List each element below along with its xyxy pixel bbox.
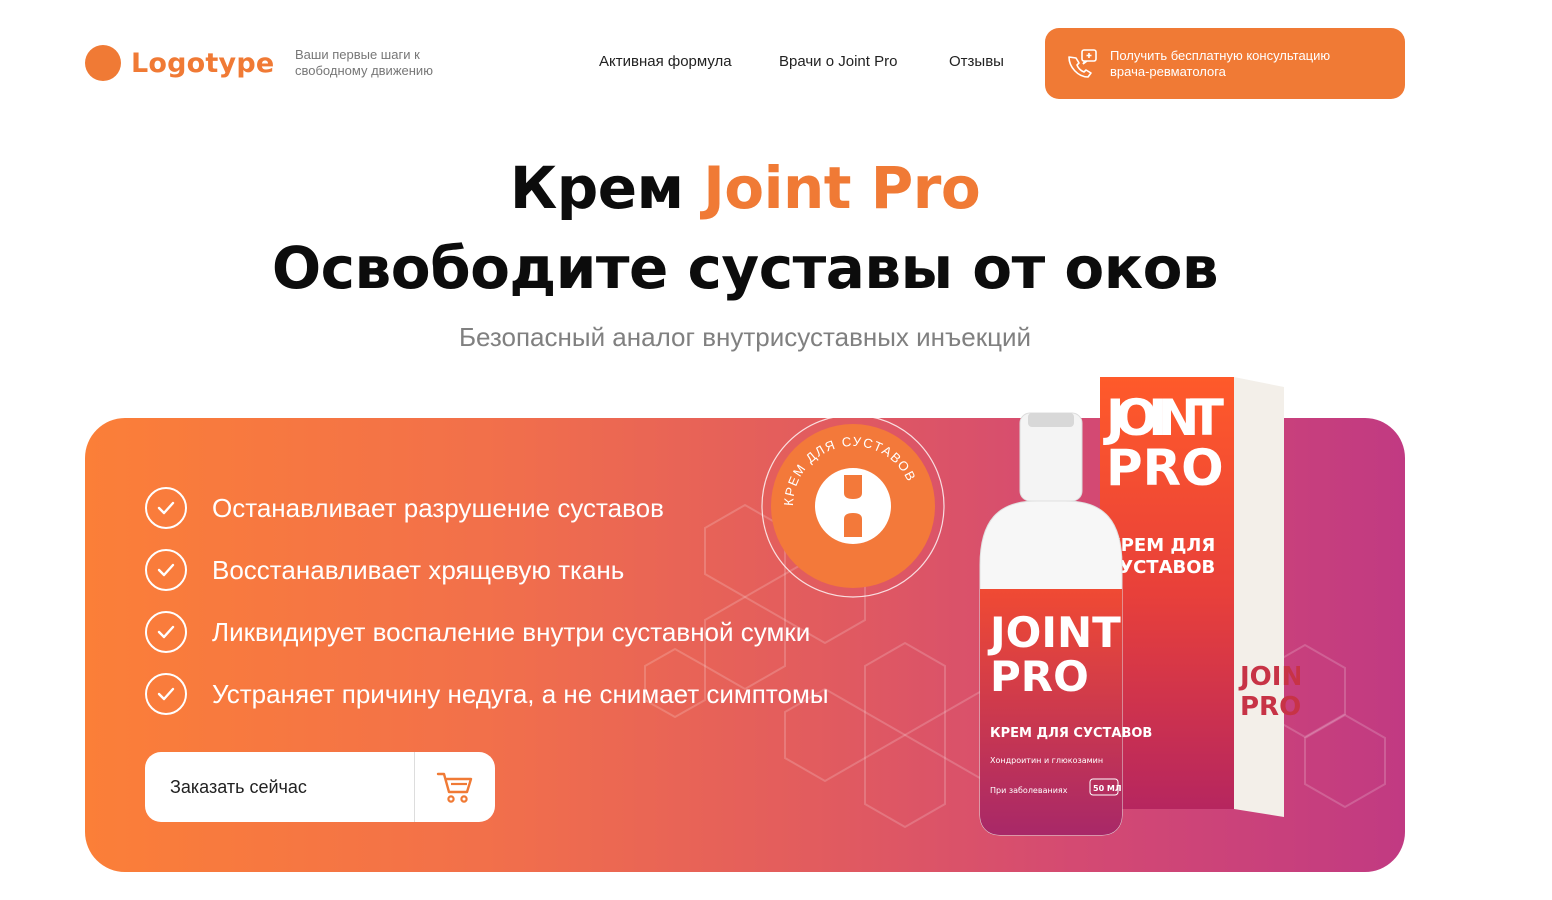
bottle-product-name: КРЕМ ДЛЯ СУСТАВОВ	[990, 726, 1152, 741]
cream-badge: КРЕМ ДЛЯ СУСТАВОВ	[761, 414, 945, 598]
consultation-button[interactable]: Получить бесплатную консультацию врача-р…	[1045, 28, 1405, 99]
feature-item: Останавливает разрушение суставов	[145, 487, 664, 529]
site-header: Logotype Ваши первые шаги к свободному д…	[0, 0, 1552, 130]
product-image: JOINT PRO КРЕМ ДЛЯ СУСТАВОВ JOINT PRO JO…	[979, 377, 1300, 836]
hero-title-accent: Joint Pro	[703, 154, 981, 222]
feature-text: Восстанавливает хрящевую ткань	[212, 554, 625, 585]
check-circle-icon	[145, 549, 187, 591]
logo[interactable]: Logotype	[85, 45, 274, 81]
hero-title-prefix: Крем	[509, 154, 684, 222]
feature-item: Восстанавливает хрящевую ткань	[145, 549, 624, 591]
consultation-button-label: Получить бесплатную консультацию врача-р…	[1110, 47, 1331, 79]
box-brand-line2: PRO	[1106, 439, 1224, 497]
tagline: Ваши первые шаги к свободному движению	[295, 47, 433, 78]
feature-item: Ликвидирует воспаление внутри суставной …	[145, 611, 810, 653]
bottle-brand-line1: JOINT	[987, 608, 1121, 657]
logo-text: Logotype	[131, 47, 275, 79]
feature-text: Останавливает разрушение суставов	[212, 492, 664, 523]
box-side-brand: JOINT PRO	[1238, 662, 1300, 722]
hero-subtitle: Безопасный аналог внутрисуставных инъекц…	[458, 322, 1032, 352]
bottle-volume: 50 МЛ	[1093, 784, 1122, 793]
check-circle-icon	[145, 487, 187, 529]
phone-chat-icon	[1068, 48, 1097, 78]
order-button[interactable]: Заказать сейчас	[145, 752, 495, 822]
feature-item: Устраняет причину недуга, а не снимает с…	[145, 673, 829, 715]
hero-title: Крем Joint Pro Освободите суставы от око…	[0, 148, 1490, 308]
check-circle-icon	[145, 673, 187, 715]
order-button-label: Заказать сейчас	[170, 776, 307, 797]
bottle-brand-line2: PRO	[990, 652, 1089, 701]
nav-active-formula[interactable]: Активная формула	[599, 53, 732, 70]
bottle-usage: При заболеваниях	[990, 786, 1068, 795]
nav-reviews[interactable]: Отзывы	[949, 53, 1004, 70]
feature-text: Ликвидирует воспаление внутри суставной …	[212, 616, 811, 647]
hero-title-line1: Крем Joint Pro	[0, 148, 1490, 228]
nav-doctors[interactable]: Врачи о Joint Pro	[779, 53, 897, 70]
logo-mark	[85, 45, 121, 81]
box-product-name: КРЕМ ДЛЯ СУСТАВОВ	[1106, 535, 1222, 578]
bottle-description: Хондроитин и глюкозамин	[990, 756, 1103, 765]
cart-icon[interactable]	[415, 770, 495, 804]
hero-title-line2: Освободите суставы от оков	[271, 234, 1219, 302]
feature-text: Устраняет причину недуга, а не снимает с…	[212, 678, 829, 709]
check-circle-icon	[145, 611, 187, 653]
